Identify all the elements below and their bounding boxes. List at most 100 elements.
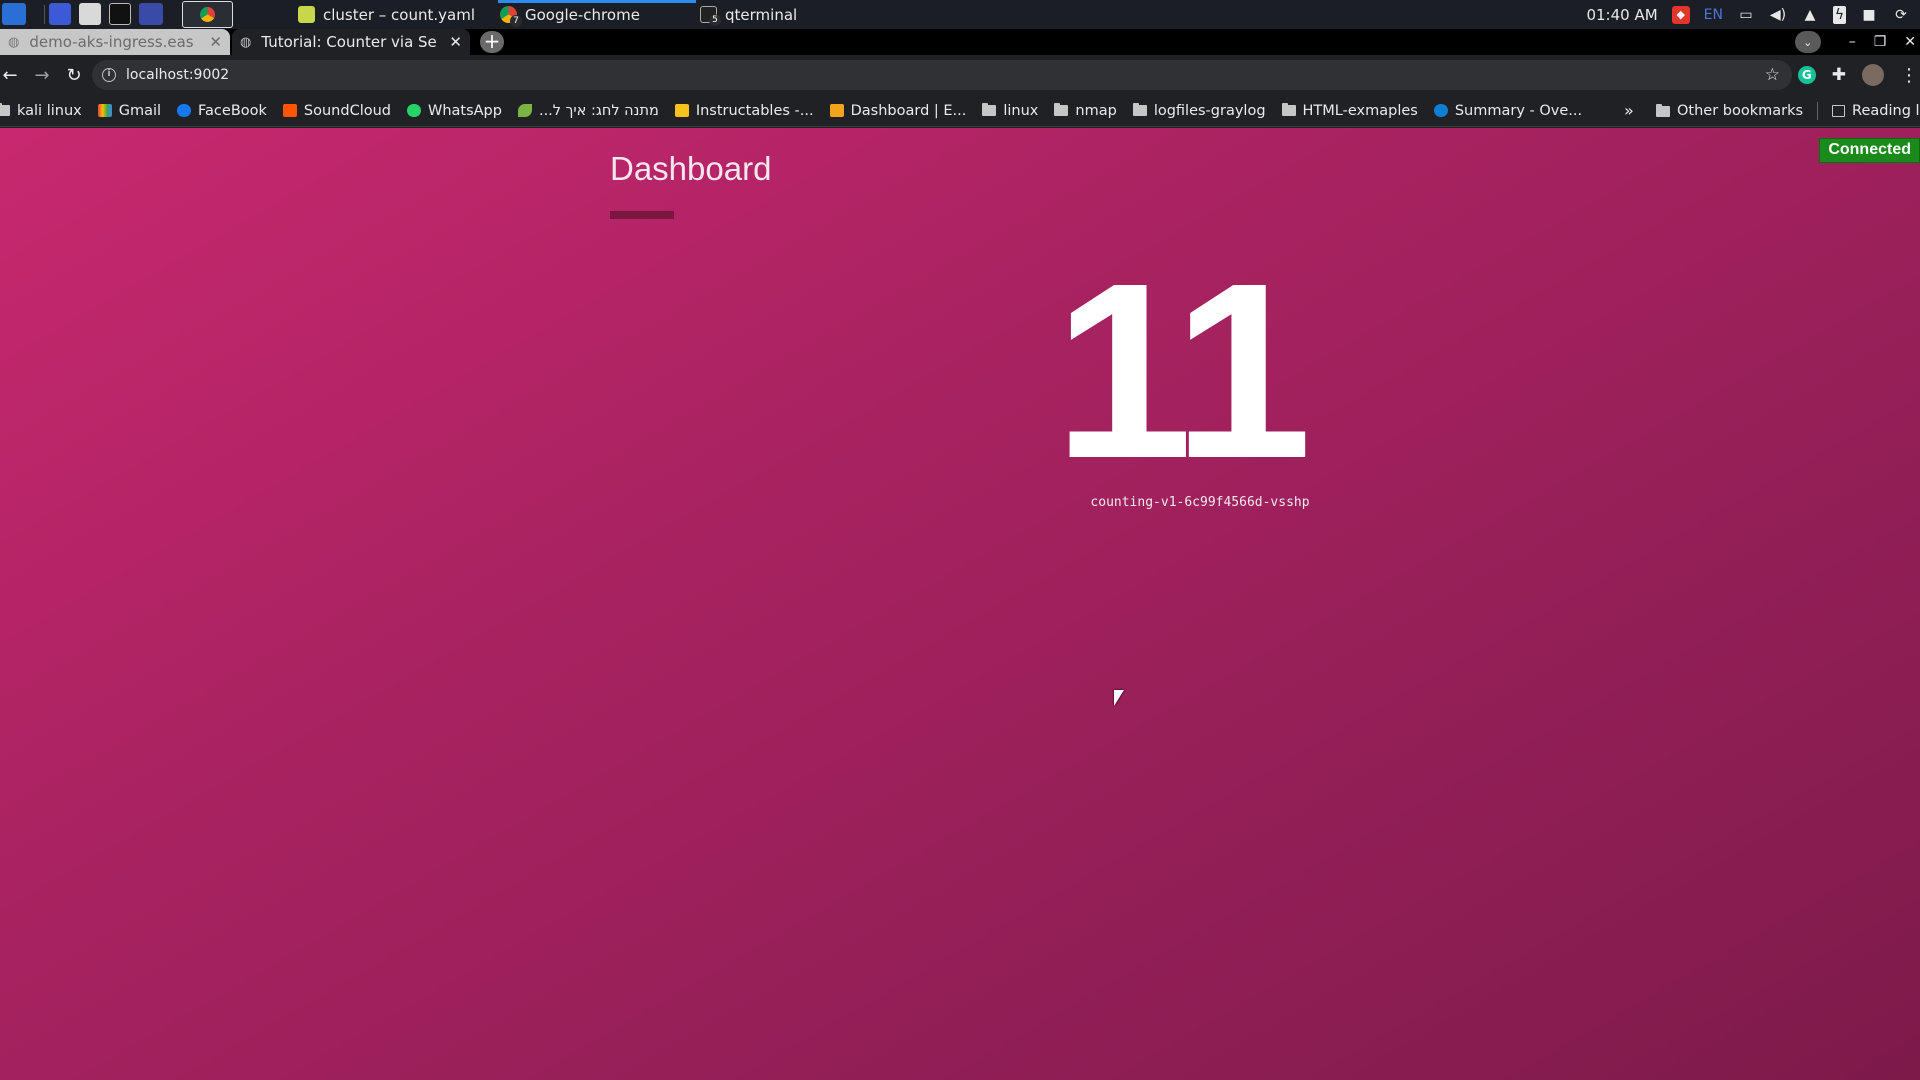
browser-tab-strip: ◍ demo-aks-ingress.eastus ✕ ◍ Tutorial: … [0,29,1920,55]
menu-kebab-icon[interactable]: ⋮ [1900,65,1918,86]
chrome-icon: 7 [500,6,522,27]
keyboard-layout[interactable]: EN [1704,7,1723,23]
chrome-logo-icon [200,7,215,22]
back-arrow-icon[interactable]: ← [0,59,26,91]
folder-icon [1656,103,1670,117]
bookmark-folder-logfiles[interactable]: logfiles-graylog [1132,103,1266,119]
leaf-icon [517,104,532,117]
bookmark-summary[interactable]: Summary - Ove... [1433,102,1583,119]
forward-arrow-icon[interactable]: → [26,59,58,91]
bookmark-gmail[interactable]: Gmail [97,102,162,119]
folder-icon [1054,103,1069,116]
soundcloud-icon [282,104,297,117]
power-icon[interactable]: ⟳ [1892,6,1910,24]
bookmark-label: FaceBook [198,102,267,119]
bookmark-star-icon[interactable]: ☆ [1765,65,1780,85]
more-bookmarks-chevron-icon[interactable]: » [1624,95,1634,126]
window-controls: ⌄ – ❐ ✕ [1794,29,1920,55]
address-bar[interactable]: i localhost:9002 ☆ [92,60,1792,90]
bookmark-label: Summary - Ove... [1454,102,1583,119]
bookmark-label: Gmail [118,102,162,119]
close-icon[interactable]: ✕ [449,33,462,51]
bookmarks-bar: kali linux Gmail FaceBook SoundCloud Wha… [0,95,1920,127]
screen-recorder-icon[interactable] [139,3,163,25]
bookmark-label: linux [1003,102,1039,119]
bookmark-facebook[interactable]: FaceBook [177,103,267,119]
taskbar-separator [44,5,45,24]
bookmark-label: nmap [1075,102,1117,119]
tab-tutorial-counter[interactable]: ◍ Tutorial: Counter via Servi ✕ [232,29,470,55]
tab-aks-ingress[interactable]: ◍ demo-aks-ingress.eastus ✕ [0,29,230,55]
bookmark-hebrew-gift[interactable]: מתנה לחג: איך ל... [517,102,659,119]
grammarly-icon[interactable]: G [1797,66,1816,84]
lock-icon[interactable]: ■ [1860,6,1878,24]
kali-menu-icon[interactable] [2,3,26,25]
bookmark-label: מתנה לחג: איך ל... [538,102,659,119]
tab-search-icon[interactable]: ⌄ [1794,31,1821,53]
page-title: Dashboard [610,150,772,187]
bookmark-kali-linux[interactable]: kali linux [0,103,82,119]
notification-bell-icon[interactable]: ▲ [1801,6,1819,24]
bookmark-whatsapp[interactable]: WhatsApp [406,103,502,119]
os-taskbar: cluster – count.yaml 7 Google-chrome 5 q… [0,0,1920,29]
bookmark-folder-linux[interactable]: linux [982,103,1038,119]
bookmark-soundcloud[interactable]: SoundCloud [282,102,391,119]
system-tray: 01:40 AM ◆ EN ▭ ◀) ▲ ϟ ■ ⟳ [1586,0,1920,29]
file-manager-icon[interactable] [79,3,101,25]
volume-icon[interactable]: ◀) [1769,6,1787,24]
globe-icon: ◍ [8,34,20,50]
window-count-badge: 5 [709,14,721,26]
facebook-icon [177,104,192,117]
bookmark-label: SoundCloud [303,102,391,119]
box-icon [829,104,844,117]
status-badge: Connected [1819,138,1920,163]
mouse-cursor-icon [1114,690,1124,706]
bookmark-label: Instructables -... [695,102,814,119]
close-window-icon[interactable]: ✕ [1904,34,1916,50]
folder-icon [0,103,10,116]
tab-title: demo-aks-ingress.eastus [29,33,194,51]
terminal-launcher-icon[interactable] [109,3,131,25]
taskbar-window-editor[interactable]: cluster – count.yaml [298,0,475,29]
reload-icon[interactable]: ↻ [58,59,90,91]
taskbar-window-terminal[interactable]: 5 qterminal [700,0,797,29]
bookmark-label: kali linux [17,102,82,119]
folder-icon [1281,103,1296,116]
bookmark-instructables[interactable]: Instructables -... [674,102,814,119]
folder-icon [982,103,997,116]
instructables-icon [674,104,689,117]
toolbar-extensions: G ✚ ⋮ [1797,60,1920,90]
remote-desktop-icon[interactable]: ◆ [1671,5,1690,24]
window-count-badge: 7 [510,15,522,27]
bookmark-label: HTML-exmaples [1302,102,1418,119]
minimize-icon[interactable]: – [1849,34,1856,50]
globe-icon: ◍ [240,34,252,50]
taskbar-window-label: cluster – count.yaml [323,5,475,24]
desktop-icon[interactable] [49,3,71,25]
reading-list-button[interactable]: Reading list [1832,103,1920,119]
bookmark-label: Dashboard | E... [850,102,967,119]
bookmark-label: Reading list [1852,103,1920,119]
azure-icon [1433,104,1448,117]
extensions-puzzle-icon[interactable]: ✚ [1832,65,1846,85]
display-icon[interactable]: ▭ [1737,6,1755,24]
bookmark-other-bookmarks[interactable]: Other bookmarks [1656,103,1803,119]
site-info-icon[interactable]: i [102,68,116,82]
bookmarks-divider [1817,102,1819,120]
bookmark-folder-html[interactable]: HTML-exmaples [1281,102,1418,119]
bookmark-folder-nmap[interactable]: nmap [1054,102,1117,119]
clock[interactable]: 01:40 AM [1586,6,1657,24]
pod-name: counting-v1-6c99f4566d-vsshp [1090,495,1310,510]
new-tab-button[interactable]: + [480,31,504,53]
taskbar-window-label: Google-chrome [525,5,640,24]
battery-icon[interactable]: ϟ [1833,5,1846,24]
chrome-launcher-icon[interactable] [182,1,233,28]
counter-value: 11 [1053,231,1312,510]
url-text[interactable]: localhost:9002 [126,67,229,83]
bookmark-dashboard[interactable]: Dashboard | E... [829,102,967,119]
title-underline [610,211,674,219]
taskbar-window-chrome[interactable]: 7 Google-chrome [500,0,640,29]
restore-icon[interactable]: ❐ [1874,34,1887,50]
profile-avatar[interactable] [1862,64,1884,86]
close-icon[interactable]: ✕ [209,33,222,51]
